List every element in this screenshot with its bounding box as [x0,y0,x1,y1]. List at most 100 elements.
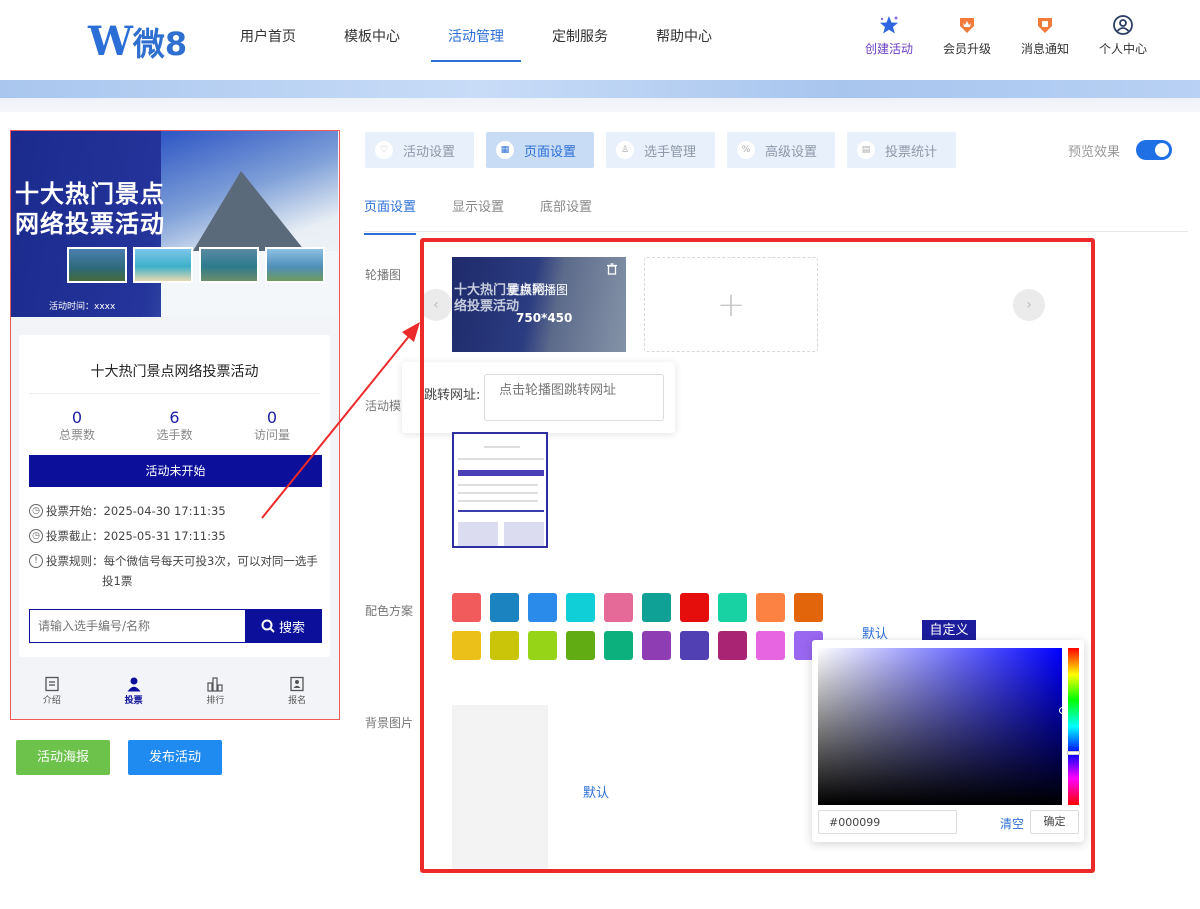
tab-label: 报名 [288,696,307,706]
mountain-image [161,131,338,317]
poster-thumbnails [67,247,325,283]
sub-tab-display-settings[interactable]: 显示设置 [452,196,504,235]
step-label: 活动设置 [403,144,456,160]
stat-label: 总票数 [58,428,95,442]
carousel-label: 轮播图 [365,268,402,282]
nav-home[interactable]: 用户首页 [216,0,320,60]
step-activity-settings[interactable]: ♡ 活动设置 [365,132,474,168]
sub-tab-page-settings[interactable]: 页面设置 [364,196,417,235]
vote-rule-line1: 投票规则：每个微信号每天可投3次，可以对同一选手 [46,554,318,568]
member-upgrade-button[interactable]: 会员升级 [928,14,1006,57]
preview-actions: 刷新 发布活动 活动海报 [16,740,222,775]
info-icon: ! [29,554,43,568]
thumbnail-image [265,247,325,283]
vote-start-info: ◷ 投票开始：2025-04-30 17:11:35 [29,501,226,521]
banner-strip [0,80,1200,98]
vote-rule-line2: 投1票 [102,574,133,588]
clock-icon: ◷ [29,529,43,543]
step-player-manage[interactable]: ♙ 选手管理 [606,132,715,168]
player-search: 搜索 [29,609,322,643]
member-upgrade-label: 会员升级 [942,42,991,56]
step-advanced-settings[interactable]: % 高级设置 [727,132,835,168]
settings-steps: ♡ 活动设置 ▦ 页面设置 ♙ 选手管理 % 高级设置 ▤ 投票统计 [365,132,956,168]
sliders-icon: % [737,141,755,159]
grid-icon: ▦ [496,141,514,159]
stat-label: 选手数 [156,428,193,442]
logo-w-mark: W [88,18,133,65]
preview-effect-switch[interactable] [1136,140,1173,160]
tab-label: 投票 [124,696,143,706]
stat-value: 0 [71,408,83,427]
tab-signup[interactable]: 报名 [267,671,327,719]
profile-button[interactable]: 个人中心 [1084,14,1162,57]
signup-icon [267,675,327,693]
vote-end-text: 投票截止：2025-05-31 17:11:35 [46,529,226,543]
search-button-label: 搜索 [278,620,305,636]
poster-title: 十大热门景点 网络投票活动 [15,179,165,239]
nav-help[interactable]: 帮助中心 [632,0,736,60]
thumbnail-image [67,247,127,283]
page-sub-tabs: 页面设置 显示设置 底部设置 [364,196,592,235]
vote-start-text: 投票开始：2025-04-30 17:11:35 [46,504,226,518]
tab-label: 排行 [206,696,225,706]
star-icon [850,14,928,36]
profile-label: 个人中心 [1098,42,1147,56]
sub-tabs-divider [364,231,1188,232]
preview-effect: 预览效果 [1068,140,1173,160]
notifications-label: 消息通知 [1020,42,1069,56]
poster-time: 活动时间：xxxx [49,302,116,312]
tab-rank[interactable]: 排行 [185,671,245,719]
publish-button[interactable]: 发布活动 [128,740,222,775]
stat-value: 6 [169,408,180,427]
user-circle-icon [1084,14,1162,36]
bottom-tabbar: 介绍 投票 排行 报名 [11,671,338,719]
step-page-settings[interactable]: ▦ 页面设置 [486,132,594,168]
poster-banner: 十大热门景点 网络投票活动 活动时间：xxxx [11,131,338,317]
highlight-box [420,238,1095,873]
search-button[interactable]: 搜索 [245,610,321,642]
step-label: 选手管理 [644,144,697,160]
nav-custom-service[interactable]: 定制服务 [528,0,632,60]
main-nav: 用户首页 模板中心 活动管理 定制服务 帮助中心 [216,0,736,62]
nav-templates[interactable]: 模板中心 [320,0,424,60]
stats-icon: ▤ [857,141,875,159]
crown-badge-icon [928,14,1006,36]
thumbnail-image [199,247,259,283]
heart-icon: ♡ [375,141,393,159]
search-icon [261,619,275,633]
rank-icon [185,675,245,693]
step-label: 高级设置 [765,144,818,160]
color-scheme-label: 配色方案 [365,604,414,618]
logo-text: 微8 [132,24,188,63]
vote-end-info: ◷ 投票截止：2025-05-31 17:11:35 [29,526,226,546]
nav-activity-manage[interactable]: 活动管理 [424,0,528,62]
vote-rule-text: 投票规则：每个微信号每天可投3次，可以对同一选手 投1票 [46,551,318,591]
create-activity-button[interactable]: 创建活动 [850,14,928,57]
poster-title-line1: 十大热门景点 [15,179,165,208]
stat-total-votes: 0 总票数 [37,409,117,443]
logo[interactable]: W 微8 [88,18,187,65]
banner-shadow [0,98,1200,112]
doc-icon [22,675,82,693]
tab-label: 介绍 [42,696,61,706]
search-input[interactable] [30,610,245,642]
stat-players: 6 选手数 [135,409,215,443]
step-label: 投票统计 [885,144,938,160]
tab-vote[interactable]: 投票 [104,671,164,719]
top-header: W 微8 用户首页 模板中心 活动管理 定制服务 帮助中心 创建活动 会员升级 … [0,0,1200,80]
activity-poster-button[interactable]: 活动海报 [16,740,110,775]
sub-tab-footer-settings[interactable]: 底部设置 [540,196,592,235]
tab-intro[interactable]: 介绍 [22,671,82,719]
clock-icon: ◷ [29,504,43,518]
person-icon: ♙ [616,141,634,159]
step-vote-stats[interactable]: ▤ 投票统计 [847,132,956,168]
person-icon [104,675,164,693]
top-icons: 创建活动 会员升级 消息通知 个人中心 [850,14,1162,57]
notifications-button[interactable]: 消息通知 [1006,14,1084,57]
vote-rule-info: ! 投票规则：每个微信号每天可投3次，可以对同一选手 投1票 [29,551,324,591]
step-label: 页面设置 [524,144,577,160]
background-label: 背景图片 [365,716,414,730]
thumbnail-image [133,247,193,283]
poster-title-line2: 网络投票活动 [15,209,165,238]
annotation-arrow [261,322,420,519]
